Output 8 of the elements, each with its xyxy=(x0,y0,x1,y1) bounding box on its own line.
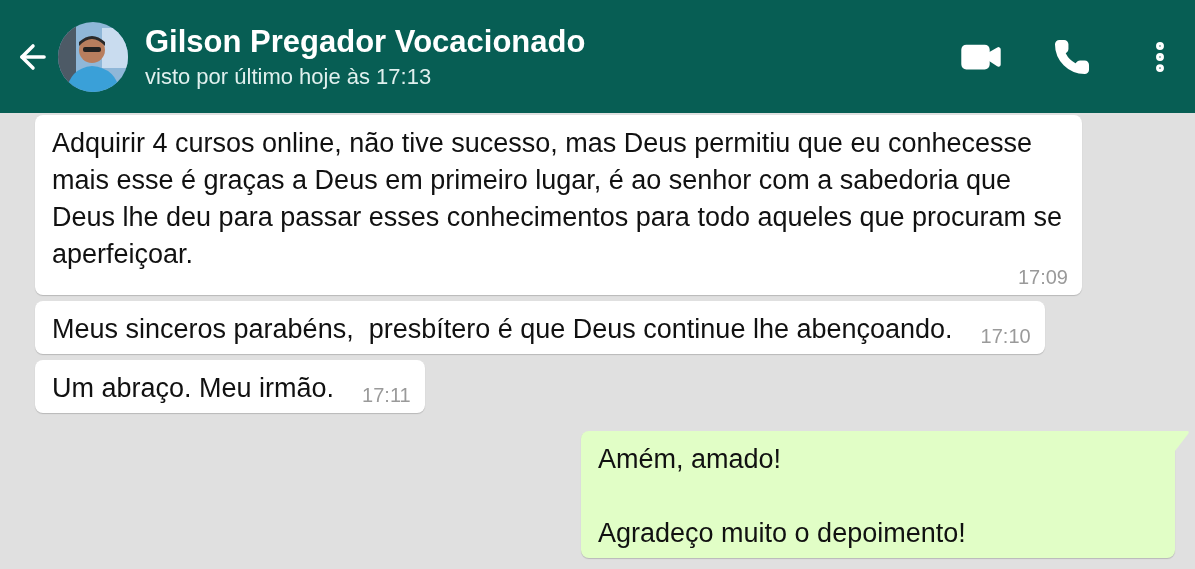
message-text: Amém, amado! Agradeço muito o depoimento! xyxy=(598,443,966,550)
last-seen-status: visto por último hoje às 17:13 xyxy=(145,62,433,91)
message-text: Meus sinceros parabéns, presbítero é que Deus continue lhe abençoando. xyxy=(52,313,953,346)
message-time: 17:11 xyxy=(361,383,411,407)
message-text: Um abraço. Meu irmão. xyxy=(52,372,335,405)
message-time: 17:10 xyxy=(979,324,1031,348)
contact-name: Gilson Pregador Vocacionado xyxy=(145,22,587,61)
phone-call-icon[interactable] xyxy=(1053,37,1091,76)
